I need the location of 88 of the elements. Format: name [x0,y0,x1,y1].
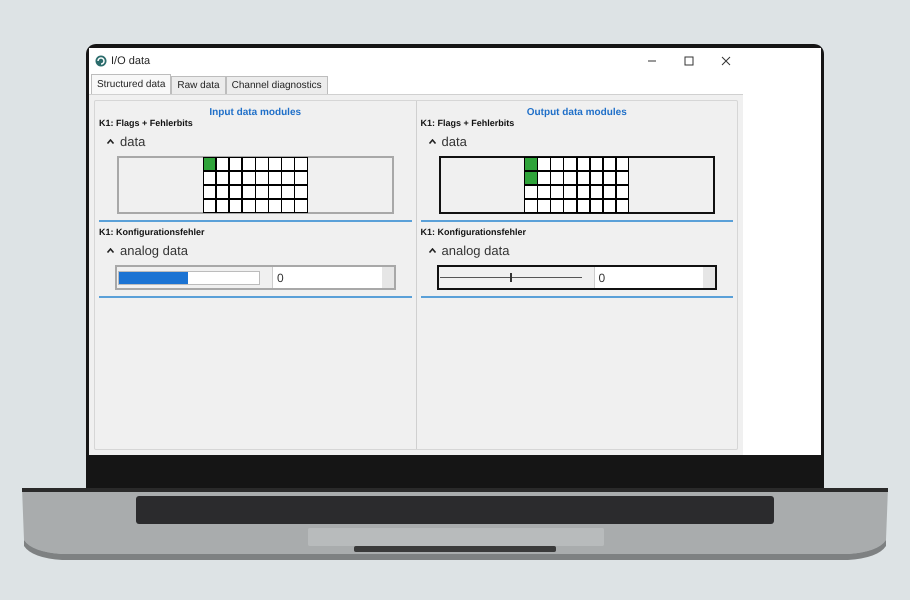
bit-cell[interactable] [564,200,576,212]
bit-cell[interactable] [282,158,294,170]
group-label: data [442,134,467,148]
bit-cell[interactable] [242,200,254,212]
section-title: K1: Flags + Fehlerbits [420,118,516,128]
bit-cell[interactable] [269,158,281,170]
window-title: I/O data [111,54,150,69]
group-label: analog data [120,244,188,256]
group-label: data [120,134,146,148]
bit-cell[interactable] [256,158,268,170]
section-title: K1: Flags + Fehlerbits [98,118,194,128]
bit-cell[interactable] [590,186,602,198]
panel-heading: Output data modules [526,107,628,118]
bit-cell[interactable] [256,172,268,184]
bit-cell[interactable] [525,200,537,212]
bit-cell[interactable] [525,186,537,198]
app-icon [95,55,107,67]
bit-cell[interactable] [230,186,242,198]
bit-cell[interactable] [564,158,576,170]
bit-cell[interactable] [551,186,563,198]
bit-cell[interactable] [616,158,628,170]
bit-cell[interactable] [269,172,281,184]
bit-cell[interactable] [551,158,563,170]
bit-cell[interactable] [204,186,216,198]
bit-cell[interactable] [564,172,576,184]
bit-cell[interactable] [269,186,281,198]
bit-cell[interactable] [230,200,242,212]
bit-cell[interactable] [295,158,307,170]
bit-cell[interactable] [269,200,281,212]
maximize-icon[interactable] [684,56,694,66]
bit-cell[interactable] [282,186,294,198]
group-label: analog data [442,244,510,256]
bit-cell[interactable] [604,186,616,198]
bit-cell[interactable] [230,158,242,170]
bit-cell[interactable] [578,186,590,198]
bit-cell[interactable] [295,172,307,184]
slider[interactable] [440,270,582,284]
bit-cell[interactable] [216,200,228,212]
bit-cell[interactable] [590,172,602,184]
caret-icon[interactable] [107,138,114,144]
bit-cell[interactable] [204,172,216,184]
bit-cell[interactable] [604,172,616,184]
bit-cell[interactable] [216,172,228,184]
bit-cell[interactable] [551,172,563,184]
tab[interactable]: Raw data [171,76,226,94]
tab[interactable]: Structured data [91,74,172,94]
tab[interactable]: Channel diagnostics [226,76,328,94]
bit-cell[interactable] [538,158,550,170]
caret-icon[interactable] [428,138,436,144]
bit-cell[interactable] [616,186,628,198]
bit-cell[interactable] [578,200,590,212]
bit-cell[interactable] [295,186,307,198]
bit-cell[interactable] [616,200,628,212]
value-field[interactable]: 0 [594,267,703,288]
bit-cell[interactable] [538,200,550,212]
bit-cell[interactable] [564,186,576,198]
bit-cell[interactable] [604,200,616,212]
bit-cell[interactable] [551,200,563,212]
bit-cell[interactable] [525,158,537,170]
bit-cell[interactable] [204,200,216,212]
bit-cell[interactable] [242,172,254,184]
caret-icon[interactable] [107,248,114,252]
bit-cell[interactable] [578,158,590,170]
section-title: K1: Konfigurationsfehler [420,227,528,237]
bit-cell[interactable] [616,172,628,184]
bit-cell[interactable] [216,158,228,170]
bit-cell[interactable] [538,186,550,198]
bit-cell[interactable] [282,172,294,184]
bit-cell[interactable] [230,172,242,184]
bit-cell[interactable] [578,172,590,184]
bit-cell[interactable] [204,158,216,170]
section-title: K1: Konfigurationsfehler [98,227,206,237]
bit-cell[interactable] [256,186,268,198]
bit-cell[interactable] [282,200,294,212]
bit-cell[interactable] [295,200,307,212]
panel-heading: Input data modules [208,107,302,118]
bit-cell[interactable] [525,172,537,184]
bit-cell[interactable] [590,158,602,170]
bit-cell[interactable] [242,186,254,198]
bit-cell[interactable] [538,172,550,184]
bit-cell[interactable] [242,158,254,170]
bit-cell[interactable] [216,186,228,198]
close-icon[interactable] [721,56,731,66]
caret-icon[interactable] [428,248,436,252]
bit-cell[interactable] [256,200,268,212]
bit-cell[interactable] [604,158,616,170]
value-field[interactable]: 0 [272,267,382,288]
bit-cell[interactable] [590,200,602,212]
